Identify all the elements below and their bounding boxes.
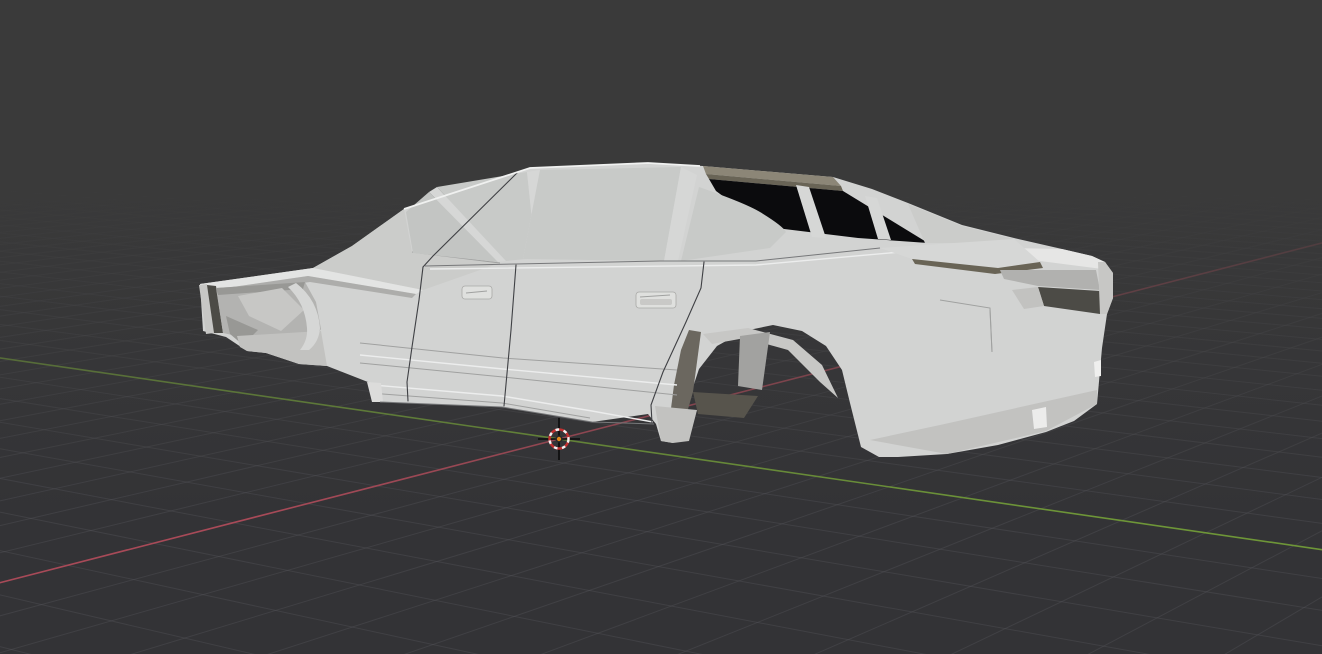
viewport-canvas[interactable] — [0, 0, 1322, 654]
3d-viewport[interactable] — [0, 0, 1322, 654]
bumper-notch — [1094, 360, 1101, 377]
rear-door-handle — [635, 291, 677, 309]
front-door-handle — [461, 285, 493, 300]
exhaust-notch — [1032, 407, 1047, 429]
rear-door-window — [523, 167, 681, 261]
